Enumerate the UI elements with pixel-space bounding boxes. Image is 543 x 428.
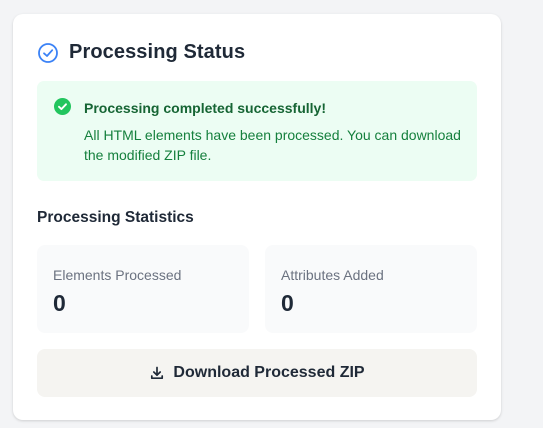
page-title: Processing Status [69, 41, 246, 63]
processing-status-card: Processing Status Processing completed s… [13, 14, 501, 420]
download-icon [149, 365, 165, 381]
check-circle-outline-icon [37, 42, 59, 64]
success-alert: Processing completed successfully! All H… [37, 81, 477, 181]
stat-value: 0 [281, 290, 294, 316]
stat-elements-processed: Elements Processed 0 [37, 245, 249, 333]
stat-value: 0 [53, 290, 66, 316]
download-button-label: Download Processed ZIP [173, 364, 365, 381]
card-header: Processing Status [37, 41, 245, 64]
alert-title: Processing completed successfully! [84, 100, 326, 116]
alert-message: All HTML elements have been processed. Y… [84, 127, 461, 163]
stat-attributes-added: Attributes Added 0 [265, 245, 477, 333]
download-zip-button[interactable]: Download Processed ZIP [37, 349, 477, 397]
check-circle-filled-icon [54, 98, 71, 115]
stat-label: Attributes Added [281, 267, 384, 283]
statistics-heading: Processing Statistics [37, 209, 194, 226]
stat-label: Elements Processed [53, 267, 182, 283]
